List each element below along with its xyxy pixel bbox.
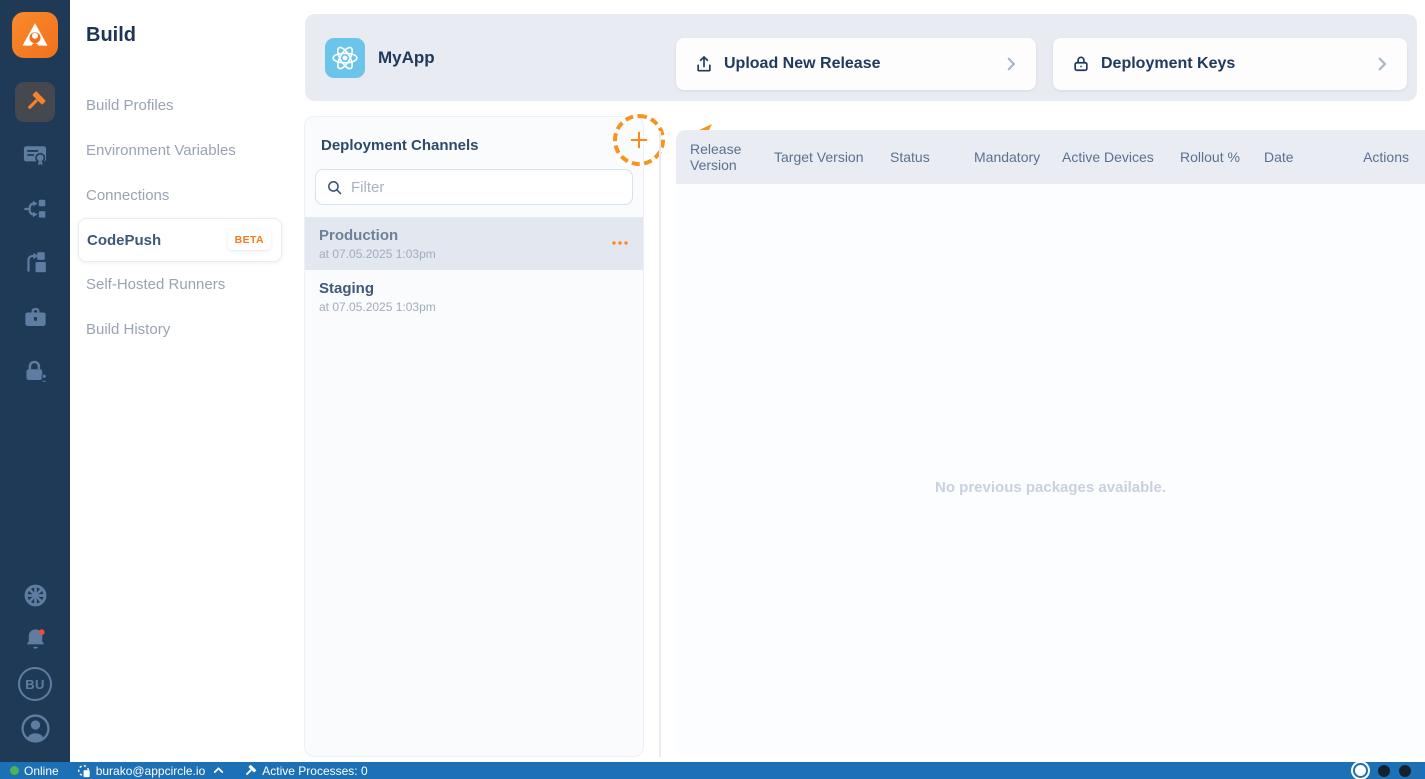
rail-settings-item[interactable] bbox=[0, 582, 70, 609]
sidebar-item-self-hosted-runners[interactable]: Self-Hosted Runners bbox=[70, 262, 290, 307]
user-avatar-icon bbox=[20, 714, 50, 743]
rail-notifications-item[interactable] bbox=[0, 626, 70, 653]
certificate-icon bbox=[23, 146, 47, 166]
build-sidebar: Build Build Profiles Environment Variabl… bbox=[70, 0, 290, 762]
rail-testing-distribution-item[interactable] bbox=[0, 141, 70, 169]
online-status-dot bbox=[10, 766, 19, 775]
plus-icon bbox=[630, 131, 648, 149]
rail-enterprise-store-item[interactable] bbox=[0, 304, 70, 331]
app-name: MyApp bbox=[378, 47, 435, 67]
channel-menu-icon[interactable] bbox=[611, 237, 629, 249]
sidebar-item-build-history[interactable]: Build History bbox=[70, 307, 290, 352]
theme-dim-button[interactable] bbox=[1378, 764, 1390, 777]
table-header-row: Release Version Target Version Status Ma… bbox=[676, 130, 1425, 184]
account-email: burako@appcircle.io bbox=[95, 763, 206, 778]
theme-dark-button[interactable] bbox=[1399, 764, 1411, 777]
app-header: MyApp Upload New Release Deployment Keys bbox=[305, 14, 1417, 101]
deployment-keys-button[interactable]: Deployment Keys bbox=[1053, 38, 1407, 90]
briefcase-icon bbox=[24, 307, 46, 326]
search-icon bbox=[328, 180, 342, 194]
sidebar-item-label: CodePush bbox=[87, 231, 162, 249]
lock-icon bbox=[1074, 56, 1088, 72]
sidebar-item-label: Environment Variables bbox=[86, 142, 236, 159]
channel-name: Production bbox=[319, 226, 399, 244]
react-app-icon bbox=[325, 37, 365, 78]
chevron-right-icon bbox=[1378, 57, 1387, 71]
process-hammer-icon bbox=[243, 764, 257, 778]
theme-switcher bbox=[1355, 764, 1411, 777]
column-mandatory: Mandatory bbox=[974, 148, 1041, 165]
sidebar-item-label: Build Profiles bbox=[86, 97, 174, 114]
table-body: No previous packages available. bbox=[676, 184, 1425, 757]
rail-organization-item[interactable]: BU bbox=[0, 667, 70, 701]
channel-item-staging[interactable]: Staging at 07.05.2025 1:03pm bbox=[305, 270, 643, 323]
theme-light-button[interactable] bbox=[1355, 765, 1366, 776]
organization-avatar: BU bbox=[18, 667, 52, 701]
channels-title: Deployment Channels bbox=[321, 137, 479, 154]
settings-gear-icon bbox=[24, 584, 46, 607]
sidebar-item-environment-variables[interactable]: Environment Variables bbox=[70, 128, 290, 173]
branch-flow-icon bbox=[24, 199, 46, 218]
sidebar-item-label: Build History bbox=[86, 321, 171, 338]
rail-store-submit-item[interactable] bbox=[0, 249, 70, 275]
column-active-devices: Active Devices bbox=[1062, 148, 1154, 165]
column-rollout: Rollout % bbox=[1180, 148, 1240, 165]
active-processes-label: Active Processes: 0 bbox=[262, 763, 368, 778]
column-release-version: Release Version bbox=[690, 140, 742, 173]
publish-flow-icon bbox=[27, 252, 46, 273]
column-status: Status bbox=[890, 148, 930, 165]
appcircle-logo-icon bbox=[12, 12, 58, 58]
online-label: Online bbox=[24, 763, 59, 778]
rail-build-item[interactable] bbox=[0, 82, 70, 122]
appcircle-logo[interactable] bbox=[0, 12, 70, 58]
chevron-right-icon bbox=[1007, 57, 1016, 71]
upload-new-release-button[interactable]: Upload New Release bbox=[676, 38, 1036, 90]
packages-table: Release Version Target Version Status Ma… bbox=[676, 130, 1425, 757]
sidebar-menu: Build Profiles Environment Variables Con… bbox=[70, 83, 290, 352]
channel-name: Staging bbox=[319, 279, 374, 297]
add-channel-button[interactable] bbox=[625, 126, 653, 154]
active-processes[interactable]: Active Processes: 0 bbox=[243, 763, 368, 778]
rail-profile-item[interactable] bbox=[0, 713, 70, 744]
keys-button-label: Deployment Keys bbox=[1101, 55, 1236, 72]
build-hammer-icon bbox=[15, 82, 55, 122]
rail-signing-identities-item[interactable] bbox=[0, 358, 70, 385]
panel-divider[interactable] bbox=[659, 131, 661, 757]
sidebar-item-codepush[interactable]: CodePush BETA bbox=[78, 218, 282, 262]
icon-rail: BU bbox=[0, 0, 70, 762]
status-bar: Online burako@appcircle.io Active Proces… bbox=[0, 762, 1425, 779]
channel-item-production[interactable]: Production at 07.05.2025 1:03pm bbox=[305, 217, 643, 270]
column-target-version: Target Version bbox=[774, 148, 864, 165]
channel-date: at 07.05.2025 1:03pm bbox=[319, 246, 436, 261]
rail-distribution-item[interactable] bbox=[0, 196, 70, 222]
page-title: Build bbox=[86, 24, 136, 46]
chevron-up-icon[interactable] bbox=[212, 764, 225, 777]
column-date: Date bbox=[1264, 148, 1294, 165]
sidebar-item-build-profiles[interactable]: Build Profiles bbox=[70, 83, 290, 128]
sidebar-item-label: Self-Hosted Runners bbox=[86, 276, 226, 293]
notifications-bell-icon bbox=[26, 629, 45, 649]
filter-input[interactable] bbox=[351, 178, 621, 196]
channel-list: Production at 07.05.2025 1:03pm Staging … bbox=[305, 217, 643, 323]
sidebar-item-label: Connections bbox=[86, 187, 170, 204]
account-menu[interactable]: burako@appcircle.io bbox=[77, 764, 226, 778]
upload-icon bbox=[697, 56, 711, 72]
upload-button-label: Upload New Release bbox=[724, 55, 881, 72]
queue-icon bbox=[77, 764, 91, 778]
connection-status: Online bbox=[10, 764, 59, 778]
lock-user-icon bbox=[26, 360, 48, 383]
deployment-channels-panel: Deployment Channels Production at 07.05.… bbox=[304, 116, 644, 757]
channel-date: at 07.05.2025 1:03pm bbox=[319, 299, 436, 314]
channel-filter[interactable] bbox=[315, 169, 633, 205]
empty-state-message: No previous packages available. bbox=[935, 479, 1166, 496]
beta-badge: BETA bbox=[227, 230, 271, 250]
sidebar-item-connections[interactable]: Connections bbox=[70, 173, 290, 218]
column-actions: Actions bbox=[1363, 148, 1409, 165]
